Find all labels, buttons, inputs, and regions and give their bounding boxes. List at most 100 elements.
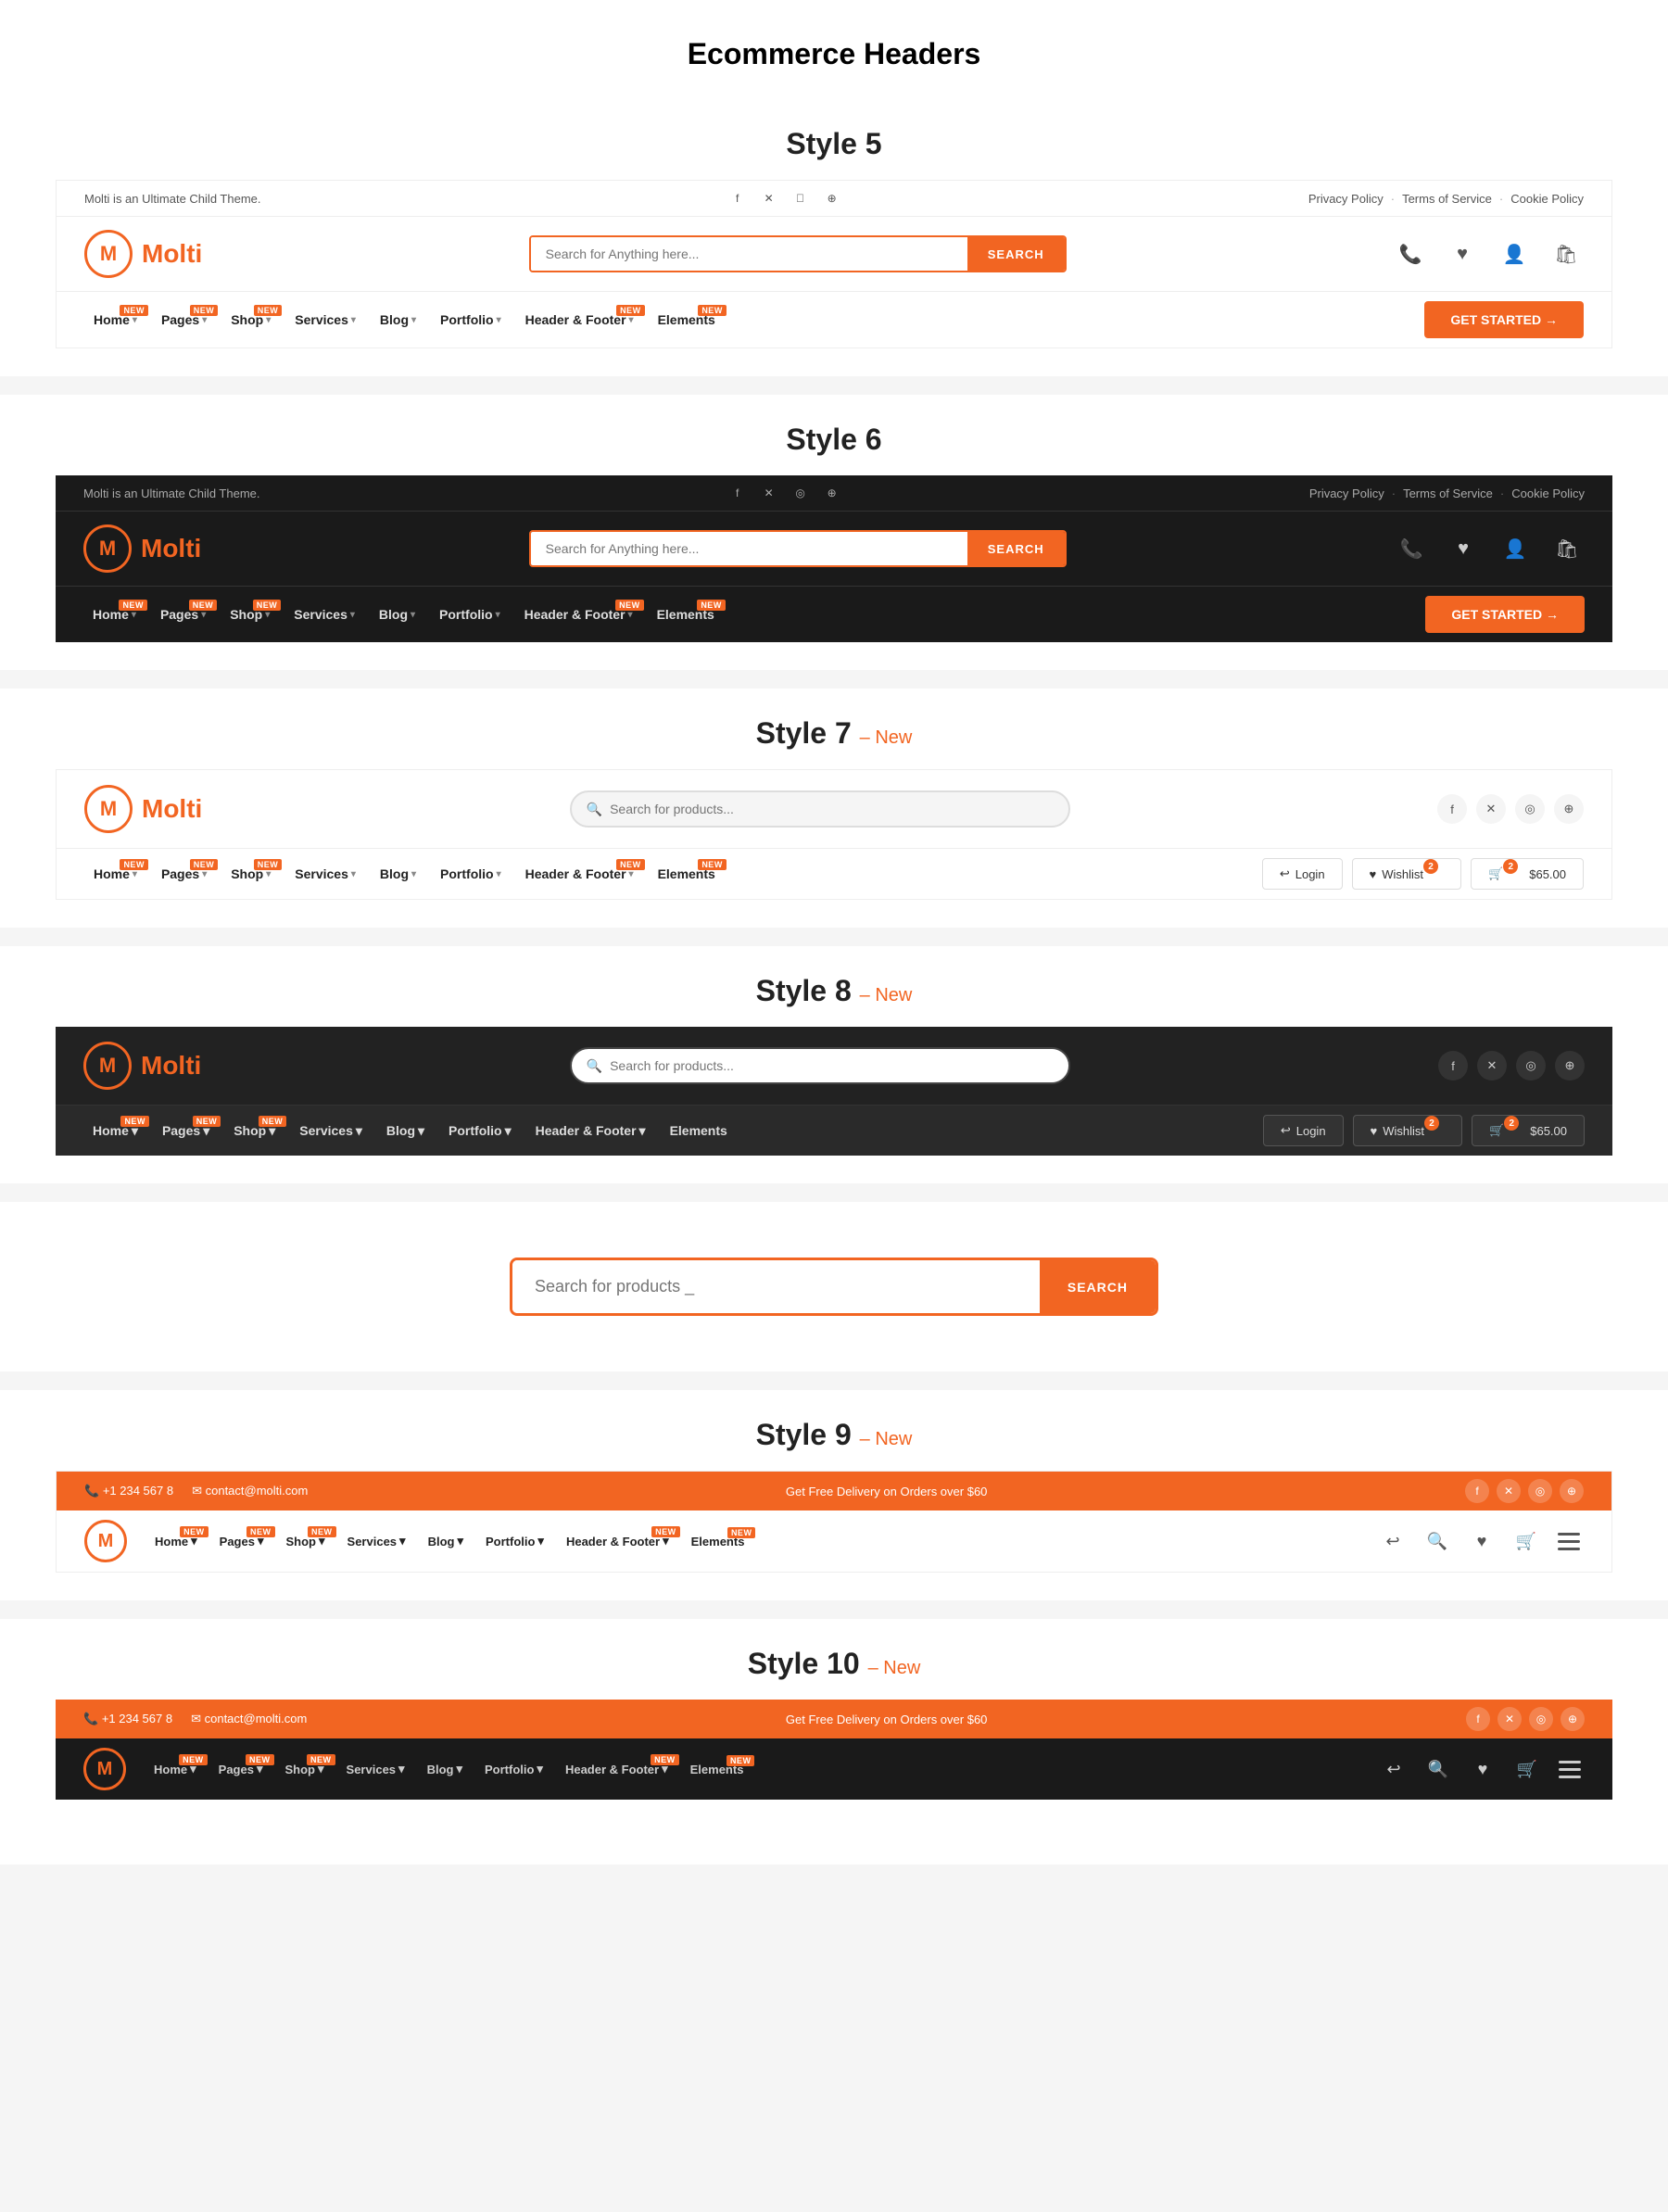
phone-icon-5[interactable]: 📞 (1393, 236, 1428, 272)
twitter-x-icon-10[interactable]: ✕ (1497, 1707, 1522, 1731)
terms-link-5[interactable]: Terms of Service (1402, 192, 1492, 206)
nav-shop-5[interactable]: Shop ▾ NEW (221, 307, 280, 333)
get-started-btn-6[interactable]: GET STARTED → (1425, 596, 1585, 633)
cookie-link-5[interactable]: Cookie Policy (1510, 192, 1584, 206)
facebook-icon-5[interactable]: f (727, 188, 748, 209)
nav-header-footer-10[interactable]: Header & Footer ▾ NEW (556, 1756, 677, 1782)
globe-icon-9[interactable]: ⊕ (1560, 1479, 1584, 1503)
user-icon-6[interactable]: 👤 (1497, 531, 1533, 566)
wishlist-icon-10[interactable]: ♥ (1466, 1752, 1499, 1786)
nav-home-5[interactable]: Home ▾ NEW (84, 307, 146, 333)
cart-icon-5[interactable]: 🛍 (1548, 236, 1584, 272)
nav-header-footer-6[interactable]: Header & Footer ▾ NEW (515, 601, 642, 627)
nav-elements-7[interactable]: Elements NEW (649, 861, 725, 887)
logo-6[interactable]: M Molti (83, 525, 201, 573)
wishlist-icon-9[interactable]: ♥ (1465, 1524, 1498, 1558)
cart-icon-6[interactable]: 🛍 (1549, 531, 1585, 566)
nav-blog-5[interactable]: Blog ▾ (371, 307, 425, 333)
nav-services-8[interactable]: Services ▾ (290, 1118, 372, 1144)
nav-portfolio-5[interactable]: Portfolio ▾ (431, 307, 511, 333)
search-input-6[interactable] (531, 532, 967, 565)
instagram-icon-6[interactable]: ◎ (790, 483, 811, 503)
twitter-x-icon-7[interactable]: ✕ (1476, 794, 1506, 824)
instagram-icon-7[interactable]: ◎ (1515, 794, 1545, 824)
login-btn-8[interactable]: ↩ Login (1263, 1115, 1344, 1146)
twitter-x-icon-6[interactable]: ✕ (759, 483, 779, 503)
globe-icon-7[interactable]: ⊕ (1554, 794, 1584, 824)
nav-elements-5[interactable]: Elements NEW (649, 307, 725, 333)
nav-pages-9[interactable]: Pages ▾ NEW (210, 1528, 273, 1554)
logo-icon-9[interactable]: M (84, 1520, 127, 1562)
nav-elements-10[interactable]: Elements NEW (681, 1757, 753, 1782)
wishlist-btn-8[interactable]: ♥ Wishlist 2 (1353, 1115, 1463, 1146)
login-icon-10[interactable]: ↩ (1377, 1752, 1410, 1786)
wishlist-icon-6[interactable]: ♥ (1446, 531, 1481, 566)
twitter-x-icon-9[interactable]: ✕ (1497, 1479, 1521, 1503)
nav-portfolio-9[interactable]: Portfolio ▾ (476, 1528, 553, 1554)
nav-pages-7[interactable]: Pages ▾ NEW (152, 861, 216, 887)
nav-shop-7[interactable]: Shop ▾ NEW (221, 861, 280, 887)
privacy-link-5[interactable]: Privacy Policy (1308, 192, 1384, 206)
facebook-icon-10[interactable]: f (1466, 1707, 1490, 1731)
nav-pages-10[interactable]: Pages ▾ NEW (209, 1756, 272, 1782)
nav-services-10[interactable]: Services ▾ (337, 1756, 414, 1782)
wishlist-btn-7[interactable]: ♥ Wishlist 2 (1352, 858, 1462, 890)
nav-portfolio-8[interactable]: Portfolio ▾ (439, 1118, 521, 1144)
nav-home-8[interactable]: Home ▾ NEW (83, 1118, 147, 1144)
nav-services-5[interactable]: Services ▾ (285, 307, 365, 333)
logo-5[interactable]: M Molti (84, 230, 202, 278)
nav-blog-7[interactable]: Blog ▾ (371, 861, 425, 887)
nav-header-footer-5[interactable]: Header & Footer ▾ NEW (516, 307, 643, 333)
globe-icon-8[interactable]: ⊕ (1555, 1051, 1585, 1081)
terms-link-6[interactable]: Terms of Service (1403, 487, 1493, 500)
search-button-5[interactable]: SEARCH (967, 237, 1065, 271)
search-input-8[interactable] (610, 1049, 1054, 1082)
nav-services-9[interactable]: Services ▾ (338, 1528, 415, 1554)
nav-pages-5[interactable]: Pages ▾ NEW (152, 307, 216, 333)
wishlist-icon-5[interactable]: ♥ (1445, 236, 1480, 272)
privacy-link-6[interactable]: Privacy Policy (1309, 487, 1384, 500)
nav-portfolio-10[interactable]: Portfolio ▾ (475, 1756, 552, 1782)
nav-portfolio-7[interactable]: Portfolio ▾ (431, 861, 511, 887)
cookie-link-6[interactable]: Cookie Policy (1511, 487, 1585, 500)
facebook-icon-9[interactable]: f (1465, 1479, 1489, 1503)
nav-pages-6[interactable]: Pages ▾ NEW (151, 601, 215, 627)
nav-blog-10[interactable]: Blog ▾ (418, 1756, 472, 1782)
nav-home-6[interactable]: Home ▾ NEW (83, 601, 145, 627)
instagram-icon-10[interactable]: ◎ (1529, 1707, 1553, 1731)
nav-header-footer-8[interactable]: Header & Footer ▾ (526, 1118, 655, 1144)
nav-home-7[interactable]: Home ▾ NEW (84, 861, 146, 887)
logo-icon-10[interactable]: M (83, 1748, 126, 1790)
nav-elements-9[interactable]: Elements NEW (682, 1529, 754, 1554)
nav-shop-10[interactable]: Shop ▾ NEW (276, 1756, 334, 1782)
cart-btn-7[interactable]: 🛒 2 $65.00 (1471, 858, 1584, 890)
search-icon-9[interactable]: 🔍 (1421, 1524, 1454, 1558)
nav-portfolio-6[interactable]: Portfolio ▾ (430, 601, 510, 627)
instagram-icon-8[interactable]: ◎ (1516, 1051, 1546, 1081)
nav-services-7[interactable]: Services ▾ (285, 861, 365, 887)
big-search-button[interactable]: SEARCH (1040, 1260, 1156, 1313)
nav-shop-9[interactable]: Shop ▾ NEW (277, 1528, 335, 1554)
cart-icon-10[interactable]: 🛒 (1510, 1752, 1544, 1786)
logo-8[interactable]: M Molti (83, 1042, 201, 1090)
search-input-7[interactable] (610, 792, 1054, 826)
nav-home-10[interactable]: Home ▾ NEW (145, 1756, 206, 1782)
globe-icon-5[interactable]: ⊕ (822, 188, 842, 209)
twitter-x-icon-8[interactable]: ✕ (1477, 1051, 1507, 1081)
cart-icon-9[interactable]: 🛒 (1510, 1524, 1543, 1558)
facebook-icon-7[interactable]: f (1437, 794, 1467, 824)
twitter-x-icon-5[interactable]: ✕ (759, 188, 779, 209)
phone-icon-6[interactable]: 📞 (1394, 531, 1429, 566)
nav-header-footer-7[interactable]: Header & Footer ▾ NEW (516, 861, 643, 887)
user-icon-5[interactable]: 👤 (1497, 236, 1532, 272)
hamburger-9[interactable] (1554, 1529, 1584, 1554)
instagram-icon-5[interactable]:  (790, 188, 811, 209)
instagram-icon-9[interactable]: ◎ (1528, 1479, 1552, 1503)
nav-shop-6[interactable]: Shop ▾ NEW (221, 601, 279, 627)
nav-services-6[interactable]: Services ▾ (284, 601, 364, 627)
get-started-btn-5[interactable]: GET STARTED → (1424, 301, 1584, 338)
nav-home-9[interactable]: Home ▾ NEW (145, 1528, 207, 1554)
login-icon-9[interactable]: ↩ (1376, 1524, 1409, 1558)
search-icon-10[interactable]: 🔍 (1422, 1752, 1455, 1786)
globe-icon-6[interactable]: ⊕ (822, 483, 842, 503)
